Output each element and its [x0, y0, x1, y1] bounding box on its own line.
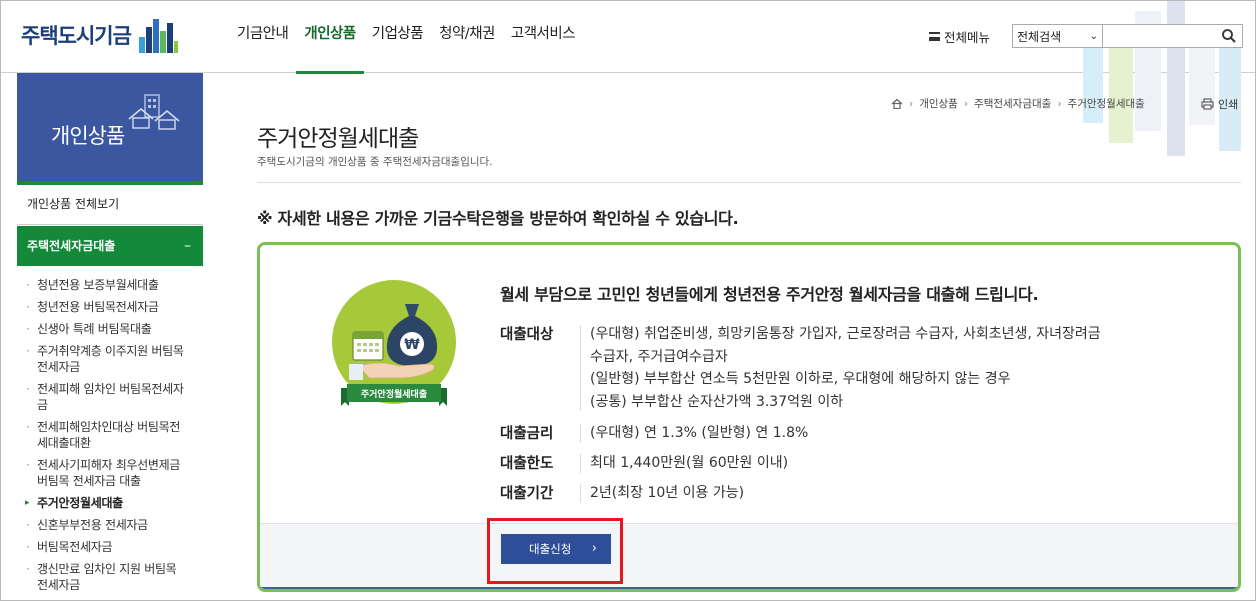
sidebar-item[interactable]: 주거안정월세대출	[17, 495, 203, 511]
product-info-value: (일반형) 부부합산 연소득 5천만원 이하로, 우대형에 해당하지 않는 경우	[590, 371, 1011, 387]
breadcrumb-item[interactable]: 개인상품	[919, 96, 958, 111]
site-header: 주택도시기금 기금안내 개인상품 기업상품 청약/채권 고객서비스 전체메뉴 전…	[1, 1, 1255, 156]
sidebar-item[interactable]: 청년전용 보증부월세대출	[17, 277, 203, 293]
product-info-value: 2년(최장 10년 이용 가능)	[590, 485, 745, 501]
sidebar-item[interactable]: 주거취약계층 이주지원 버팀목전세자금	[17, 343, 203, 375]
loan-apply-button[interactable]: 대출신청 ›	[501, 534, 611, 564]
sidebar-item-label: 전세피해임차인대상 버팀목전	[37, 420, 181, 434]
sidebar-item-label: 청년전용 버팀목전세자금	[37, 300, 159, 314]
sidebar-item-label: 전세사기피해자 최우선변제금	[37, 458, 181, 472]
sidebar-item-label: 전세피해 임차인 버팀목전세자	[37, 382, 184, 396]
money-bag-illustration-icon: ₩ 주거안정월세대출	[332, 280, 456, 406]
sidebar-item-label: 신생아 특례 버팀목대출	[37, 322, 152, 336]
product-info-value: 수급자, 주거급여수급자	[590, 348, 728, 365]
product-info-box: ₩ 주거안정월세대출 월세 부담으로 고민인 청년들에게 청년전용 주거안정 월…	[257, 242, 1241, 592]
sidebar-item-label: 금	[37, 398, 48, 412]
print-icon	[1201, 98, 1214, 110]
currency-symbol: ₩	[404, 337, 420, 353]
product-info-divider	[580, 454, 581, 473]
sidebar-item-label: 버팀목 전세자금 대출	[37, 474, 141, 488]
sidebar-banner: 개인상품	[17, 73, 203, 185]
all-menu-button[interactable]: 전체메뉴	[929, 27, 990, 46]
product-info-label: 대출기간	[500, 486, 554, 502]
sidebar-item-label: 버팀목전세자금	[37, 540, 113, 554]
logo-text: 주택도시기금	[21, 24, 132, 48]
sidebar-item-label: 주거취약계층 이주지원 버팀목	[37, 344, 184, 358]
sidebar-all-products-link[interactable]: 개인상품 전체보기	[17, 185, 203, 225]
gnb-item-customer-service[interactable]: 고객서비스	[503, 1, 583, 73]
search-scope-select[interactable]: 전체검색 ⌄	[1012, 24, 1103, 48]
sidebar-item-label: 전세자금	[37, 578, 80, 592]
breadcrumb-separator: ›	[963, 97, 969, 110]
page-description: 주택도시기금의 개인상품 중 주택전세자금대출입니다.	[257, 156, 493, 168]
hamburger-icon	[929, 32, 940, 41]
all-menu-label: 전체메뉴	[944, 30, 991, 45]
breadcrumb-item[interactable]: 주택전세자금대출	[974, 96, 1051, 111]
loan-apply-label: 대출신청	[529, 542, 572, 556]
sidebar-item[interactable]: 신혼부부전용 전세자금	[17, 517, 203, 533]
collapse-icon: –	[184, 238, 191, 254]
sidebar-item[interactable]: 전세피해임차인대상 버팀목전세대출대환	[17, 419, 203, 451]
search-icon[interactable]	[1221, 28, 1237, 44]
sidebar-item[interactable]: 청년전용 버팀목전세자금	[17, 299, 203, 315]
sidebar-item-label: 신혼부부전용 전세자금	[37, 518, 148, 532]
gnb-item-fund-info[interactable]: 기금안내	[229, 1, 296, 73]
product-info-value: (공통) 부부합산 순자산가액 3.37억원 이하	[590, 393, 844, 410]
product-info-label: 대출한도	[500, 456, 554, 472]
search-scope-value: 전체검색	[1017, 29, 1062, 44]
product-info-value: 최대 1,440만원(월 60만원 이내)	[590, 455, 789, 471]
product-info-label: 대출금리	[500, 426, 554, 442]
gnb-item-corporate-products[interactable]: 기업상품	[364, 1, 431, 73]
house-icon	[128, 94, 180, 130]
main-navigation: 기금안내 개인상품 기업상품 청약/채권 고객서비스	[229, 1, 583, 74]
product-info-divider	[580, 325, 581, 411]
product-info-values: 최대 1,440만원(월 60만원 이내)	[590, 452, 1230, 475]
sidebar-item-label: 주거안정월세대출	[37, 496, 123, 510]
home-icon[interactable]	[891, 98, 903, 109]
print-button[interactable]: 인쇄	[1201, 96, 1238, 112]
breadcrumb: › 개인상품 › 주택전세자금대출 › 주거안정월세대출	[891, 96, 1145, 111]
sidebar-group-jeonse-loan[interactable]: 주택전세자금대출 –	[17, 226, 203, 266]
breadcrumb-separator: ›	[1057, 97, 1062, 110]
title-divider	[257, 182, 1241, 183]
product-info-label: 대출대상	[500, 327, 554, 343]
sidebar-item-label: 청년전용 보증부월세대출	[37, 278, 159, 292]
illustration-label: 주거안정월세대출	[361, 388, 427, 400]
product-info-values: (우대형) 취업준비생, 희망키움통장 가입자, 근로장려금 수급자, 사회초년…	[590, 323, 1230, 413]
breadcrumb-separator: ›	[909, 97, 914, 110]
product-info-value: (우대형) 취업준비생, 희망키움통장 가입자, 근로장려금 수급자, 사회초년…	[590, 326, 1101, 342]
site-logo[interactable]: 주택도시기금	[21, 15, 179, 55]
product-box-footer	[260, 523, 1238, 589]
product-info-divider	[580, 424, 581, 443]
gnb-item-personal-products[interactable]: 개인상품	[296, 1, 365, 74]
product-info-values: (우대형) 연 1.3% (일반형) 연 1.8%	[590, 422, 1230, 445]
sidebar-item[interactable]: 전세피해 임차인 버팀목전세자금	[17, 381, 203, 413]
notice-text: ※ 자세한 내용은 가까운 기금수탁은행을 방문하여 확인하실 수 있습니다.	[257, 209, 739, 228]
page-title: 주거안정월세대출	[257, 126, 419, 152]
product-info-values: 2년(최장 10년 이용 가능)	[590, 482, 1230, 505]
print-label: 인쇄	[1218, 98, 1239, 111]
gnb-item-subscription-bonds[interactable]: 청약/채권	[431, 1, 503, 73]
product-info-divider	[580, 484, 581, 503]
sidebar-item[interactable]: 전세사기피해자 최우선변제금버팀목 전세자금 대출	[17, 457, 203, 489]
sidebar-item-label: 전세자금	[37, 360, 80, 374]
chevron-right-icon: ›	[591, 541, 597, 556]
sidebar-item-label: 갱신만료 임차인 지원 버팀목	[37, 562, 177, 576]
decor-bar	[1083, 45, 1103, 123]
sidebar-item[interactable]: 버팀목전세자금	[17, 539, 203, 555]
breadcrumb-item-current[interactable]: 주거안정월세대출	[1068, 96, 1145, 111]
sidebar-banner-title: 개인상품	[51, 124, 125, 148]
product-headline: 월세 부담으로 고민인 청년들에게 청년전용 주거안정 월세자금을 대출해 드립…	[500, 285, 1039, 304]
product-info-value: (우대형) 연 1.3% (일반형) 연 1.8%	[590, 425, 809, 441]
sidebar-group-title: 주택전세자금대출	[27, 239, 116, 253]
chevron-down-icon: ⌄	[1089, 30, 1098, 42]
sidebar-item-label: 세대출대환	[37, 436, 91, 450]
sidebar-item[interactable]: 갱신만료 임차인 지원 버팀목전세자금	[17, 561, 203, 593]
sidebar-item[interactable]: 신생아 특례 버팀목대출	[17, 321, 203, 337]
logo-mark-icon	[138, 17, 179, 53]
decor-bar	[1109, 45, 1133, 143]
